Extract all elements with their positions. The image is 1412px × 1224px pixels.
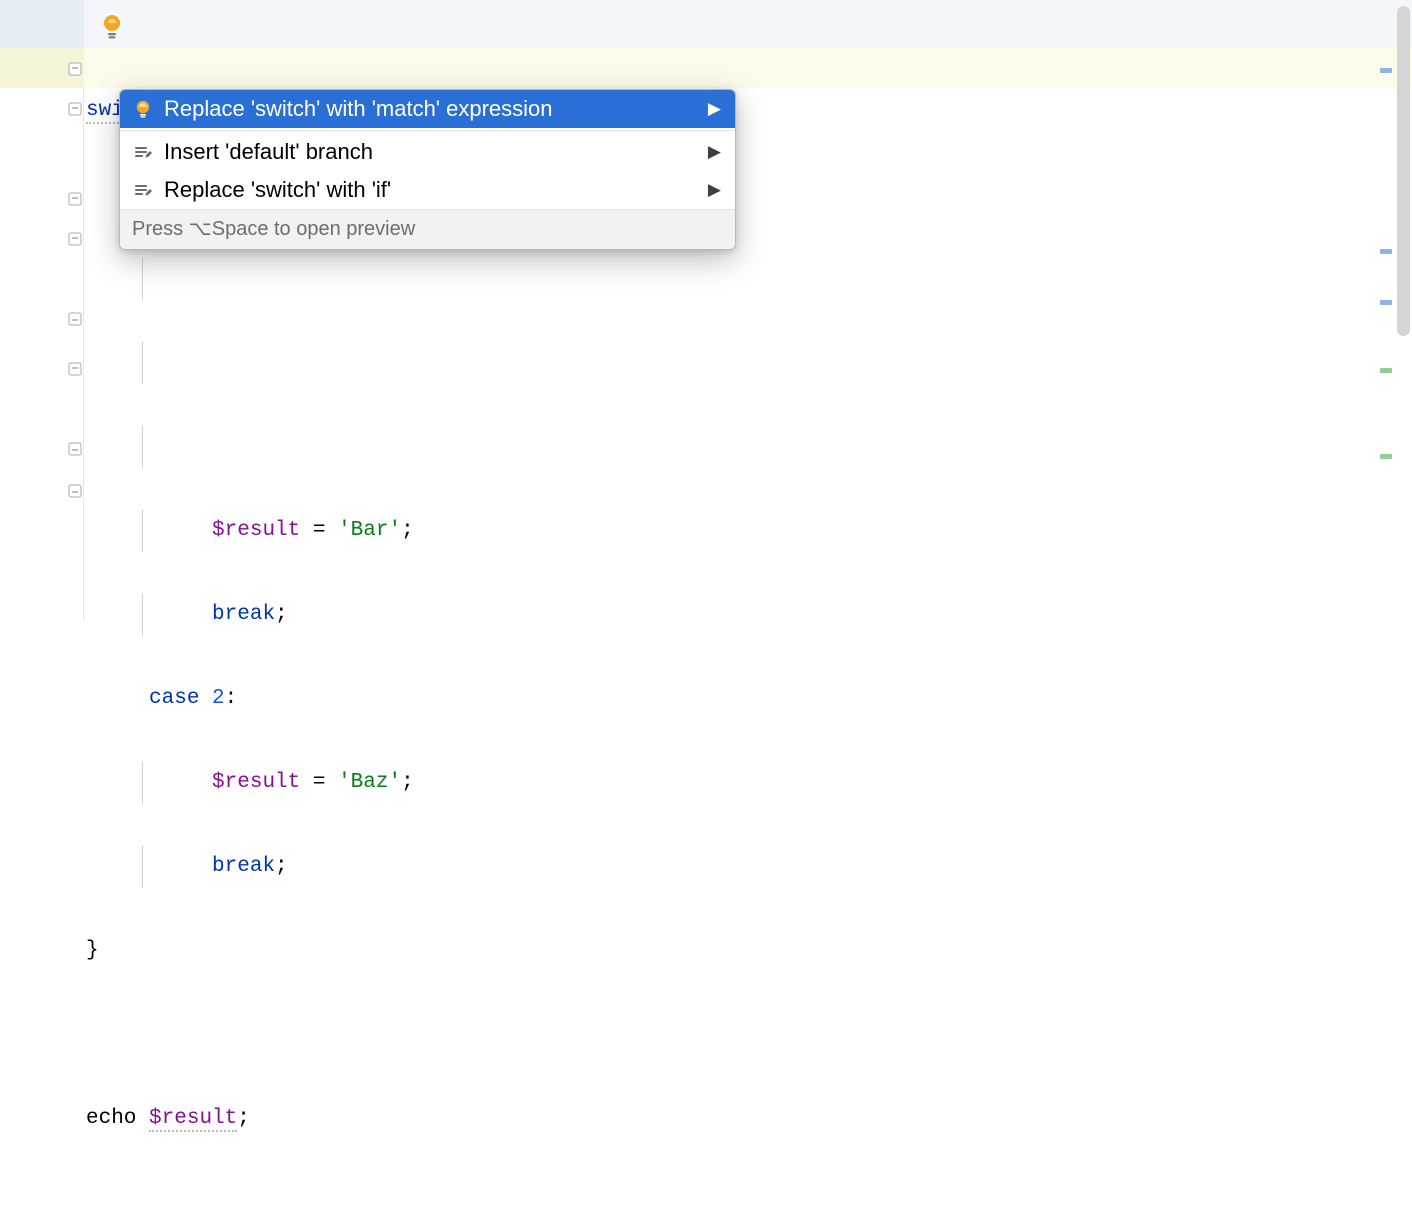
info-marker[interactable] — [1380, 68, 1392, 73]
gutter-top — [0, 0, 84, 48]
code-line — [86, 426, 414, 468]
string-bar: 'Bar' — [338, 519, 401, 542]
intention-insert-default-branch[interactable]: Insert 'default' branch ▶ — [120, 133, 735, 171]
intention-replace-switch-if[interactable]: Replace 'switch' with 'if' ▶ — [120, 171, 735, 209]
code-line: case 2: — [86, 678, 414, 720]
ok-marker[interactable] — [1380, 454, 1392, 459]
info-marker[interactable] — [1380, 249, 1392, 254]
fold-open-icon[interactable] — [68, 190, 82, 204]
fold-open-icon[interactable] — [68, 60, 82, 74]
intention-label: Replace 'switch' with 'if' — [164, 177, 698, 203]
string-baz: 'Baz' — [338, 771, 401, 794]
lightbulb-icon — [132, 98, 154, 120]
chevron-right-icon: ▶ — [708, 99, 721, 119]
code-line: break; — [86, 846, 414, 888]
editor-gap — [0, 0, 1412, 48]
variable-result: $result — [212, 519, 300, 542]
intention-bulb-icon[interactable] — [101, 13, 123, 48]
literal-two: 2 — [212, 687, 225, 710]
intention-replace-switch-match[interactable]: Replace 'switch' with 'match' expression… — [120, 90, 735, 128]
code-line: $result = 'Baz'; — [86, 762, 414, 804]
error-stripe[interactable] — [1384, 0, 1392, 620]
chevron-right-icon: ▶ — [708, 180, 721, 200]
ok-marker[interactable] — [1380, 368, 1392, 373]
chevron-right-icon: ▶ — [708, 142, 721, 162]
edit-icon — [132, 141, 154, 163]
code-line: echo $result; — [86, 1098, 414, 1140]
code-line: break; — [86, 594, 414, 636]
variable-result: $result — [149, 1107, 237, 1132]
editor-area: switch (0) { $result = 'Bar'; break; cas… — [0, 0, 1412, 620]
code-line — [86, 342, 414, 384]
fold-close-icon[interactable] — [68, 482, 82, 496]
fold-close-icon[interactable] — [68, 310, 82, 324]
separator — [120, 130, 735, 131]
intention-label: Replace 'switch' with 'match' expression — [164, 96, 698, 122]
code-line — [86, 258, 414, 300]
code-line: } — [86, 930, 414, 972]
scrollbar-thumb[interactable] — [1397, 6, 1410, 336]
fold-close-icon[interactable] — [68, 440, 82, 454]
intention-popup: Replace 'switch' with 'match' expression… — [119, 89, 736, 250]
info-marker[interactable] — [1380, 300, 1392, 305]
edit-icon — [132, 179, 154, 201]
keyword-break: break — [212, 855, 275, 878]
code-line: $result = 'Bar'; — [86, 510, 414, 552]
keyword-case: case — [149, 687, 199, 710]
fold-open-icon[interactable] — [68, 360, 82, 374]
fold-open-icon[interactable] — [68, 100, 82, 114]
intention-hint: Press ⌥Space to open preview — [120, 209, 735, 249]
keyword-break: break — [212, 603, 275, 626]
keyword-echo: echo — [86, 1107, 136, 1130]
code-line — [86, 1014, 414, 1056]
intention-label: Insert 'default' branch — [164, 139, 698, 165]
variable-result: $result — [212, 771, 300, 794]
fold-open-icon[interactable] — [68, 230, 82, 244]
gutter — [0, 0, 84, 620]
